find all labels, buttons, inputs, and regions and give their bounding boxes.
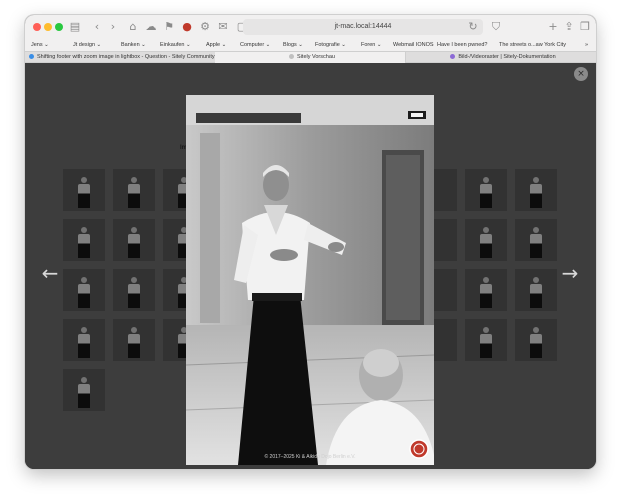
zoom-window-button[interactable] — [55, 23, 63, 31]
gear-icon[interactable]: ⚙ — [197, 19, 213, 35]
gallery-thumbnail[interactable] — [113, 219, 155, 261]
gallery-thumbnail[interactable] — [163, 219, 186, 261]
gallery-thumbnail[interactable] — [163, 169, 186, 211]
prev-arrow-icon[interactable]: ← — [40, 263, 60, 283]
bookmark-computer[interactable]: Computer ⌄ — [240, 39, 270, 51]
image-caption: © 2017–2025 Ki & Aikido Dojo Berlin e.V. — [264, 454, 356, 460]
mail-icon[interactable]: ✉ — [215, 19, 231, 35]
home-icon[interactable]: ⌂ — [125, 19, 141, 35]
bookmark-streets-new-york[interactable]: The streets o...aw York City — [499, 39, 566, 51]
gallery-thumbnail[interactable] — [113, 269, 155, 311]
minimize-window-button[interactable] — [44, 23, 52, 31]
gallery-thumbnail[interactable] — [434, 219, 457, 261]
gallery-thumbnail[interactable] — [515, 219, 557, 261]
tabs-overview-icon[interactable]: ❐ — [577, 19, 593, 35]
gallery-thumbnail[interactable] — [63, 169, 105, 211]
tab-bar: Shifting footer with zoom image in light… — [25, 51, 596, 63]
bookmarks-bar: Jens ⌄ Jt design ⌄ Banken ⌄ Einkaufen ⌄ … — [25, 39, 596, 51]
gallery-thumbnail[interactable] — [465, 219, 507, 261]
gallery-thumbnail[interactable] — [465, 319, 507, 361]
cloud-icon[interactable]: ☁ — [143, 19, 159, 35]
bookmark-blogs[interactable]: Blogs ⌄ — [283, 39, 303, 51]
page-content: Im © 2017–2025 Ki & Aikido Dojo Berlin e… — [25, 63, 596, 469]
bookmark-einkaufen[interactable]: Einkaufen ⌄ — [160, 39, 191, 51]
gallery-thumbnail[interactable] — [434, 319, 457, 361]
gallery-thumbnail[interactable] — [515, 169, 557, 211]
gallery-thumbnail[interactable] — [63, 319, 105, 361]
bookmark-icon[interactable]: ⚑ — [161, 19, 177, 35]
forward-icon[interactable]: › — [105, 19, 121, 35]
bookmark-have-i-been-pwned[interactable]: Have I been pwned? — [437, 39, 487, 51]
close-window-button[interactable] — [33, 23, 41, 31]
back-icon[interactable]: ‹ — [89, 19, 105, 35]
gallery-thumbnail[interactable] — [63, 369, 105, 411]
gallery-thumbnail[interactable] — [465, 269, 507, 311]
bookmark-foren[interactable]: Foren ⌄ — [361, 39, 382, 51]
bookmark-jt-design[interactable]: Jt design ⌄ — [73, 39, 101, 51]
favicon-icon — [289, 54, 295, 60]
close-lightbox-button[interactable]: × — [574, 67, 588, 81]
shield-icon[interactable]: ⛉ — [488, 19, 504, 35]
bookmark-banken[interactable]: Banken ⌄ — [121, 39, 146, 51]
favicon-icon — [29, 54, 34, 60]
favicon-icon — [450, 54, 456, 60]
gallery-thumbnail[interactable] — [515, 319, 557, 361]
bookmark-apple[interactable]: Apple ⌄ — [206, 39, 226, 51]
gallery-thumbnail[interactable] — [63, 219, 105, 261]
title-bar: ▤ ‹ › ⌂ ☁ ⚑ ● ⚙ ✉ ▢ jt-mac.local:14444 ↻… — [25, 15, 596, 39]
tab-sitely-community[interactable]: Shifting footer with zoom image in light… — [25, 52, 215, 63]
bookmark-webmail-ionos[interactable]: Webmail IONOS — [393, 39, 434, 51]
gallery-thumbnail[interactable] — [163, 269, 186, 311]
reload-icon[interactable]: ↻ — [465, 19, 481, 35]
gallery-thumbnail[interactable] — [163, 319, 186, 361]
next-arrow-icon[interactable]: → — [560, 263, 580, 283]
gallery-thumbnail[interactable] — [434, 269, 457, 311]
bookmark-fotografie[interactable]: Fotografie ⌄ — [315, 39, 346, 51]
address-bar[interactable]: jt-mac.local:14444 — [243, 19, 483, 35]
gallery-thumbnail[interactable] — [113, 319, 155, 361]
tab-sitely-vorschau[interactable]: Sitely Vorschau — [215, 52, 405, 63]
lightbox-image — [186, 95, 434, 465]
gallery-thumbnail[interactable] — [113, 169, 155, 211]
more-bookmarks-icon[interactable]: » — [585, 39, 588, 51]
gallery-thumbnail[interactable] — [63, 269, 105, 311]
sidebar-icon[interactable]: ▤ — [67, 19, 83, 35]
browser-window: ▤ ‹ › ⌂ ☁ ⚑ ● ⚙ ✉ ▢ jt-mac.local:14444 ↻… — [25, 15, 596, 469]
gallery-thumbnail[interactable] — [434, 169, 457, 211]
new-tab-icon[interactable]: + — [545, 19, 561, 35]
tab-sitely-documentation[interactable]: Bild-/Videoraster | Sitely-Dokumentation — [405, 52, 596, 63]
share-icon[interactable]: ⇪ — [561, 19, 577, 35]
gallery-thumbnail[interactable] — [465, 169, 507, 211]
gallery-thumbnail[interactable] — [515, 269, 557, 311]
aikido-photo — [186, 95, 434, 465]
extension-icon[interactable]: ● — [179, 19, 195, 35]
bookmark-jens[interactable]: Jens ⌄ — [31, 39, 49, 51]
